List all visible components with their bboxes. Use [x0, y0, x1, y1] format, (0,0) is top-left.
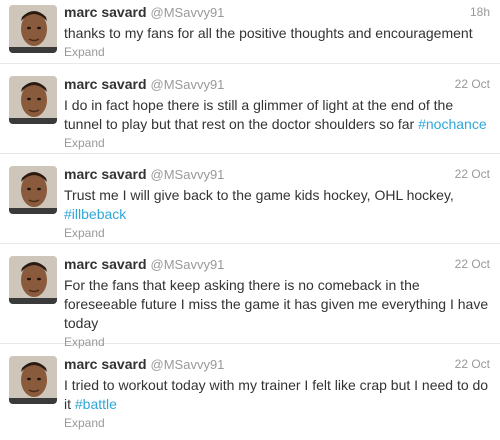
- hashtag-link[interactable]: #battle: [75, 396, 117, 412]
- timestamp[interactable]: 18h: [470, 5, 490, 19]
- timestamp[interactable]: 22 Oct: [455, 257, 490, 271]
- author-handle[interactable]: @MSavvy91: [151, 5, 225, 20]
- author-name[interactable]: marc savard: [64, 4, 147, 20]
- tweet-text-body: Trust me I will give back to the game ki…: [64, 187, 454, 203]
- avatar[interactable]: [9, 76, 57, 124]
- tweet-text: thanks to my fans for all the positive t…: [64, 24, 490, 43]
- tweet-item[interactable]: marc savard @MSavvy91 22 Oct I do in fact…: [0, 64, 500, 154]
- tweet-text-body: thanks to my fans for all the positive t…: [64, 25, 473, 41]
- tweet-timeline: marc savard @MSavvy91 18h thanks to my fa…: [0, 0, 500, 440]
- tweet-item[interactable]: marc savard @MSavvy91 22 Oct For the fans…: [0, 244, 500, 349]
- author-name[interactable]: marc savard: [64, 166, 147, 182]
- hashtag-link[interactable]: #nochance: [418, 116, 487, 132]
- expand-link[interactable]: Expand: [64, 416, 105, 430]
- avatar[interactable]: [9, 256, 57, 304]
- expand-link[interactable]: Expand: [64, 226, 105, 240]
- hashtag-link[interactable]: #illbeback: [64, 206, 126, 222]
- author-handle[interactable]: @MSavvy91: [151, 257, 225, 272]
- tweet-text: I tried to workout today with my trainer…: [64, 376, 490, 414]
- tweet-text-body: I do in fact hope there is still a glimm…: [64, 97, 454, 132]
- tweet-item[interactable]: marc savard @MSavvy91 22 Oct I tried to w…: [0, 344, 500, 440]
- author-name[interactable]: marc savard: [64, 256, 147, 272]
- author-name[interactable]: marc savard: [64, 76, 147, 92]
- tweet-text-body: For the fans that keep asking there is n…: [64, 277, 489, 331]
- author-handle[interactable]: @MSavvy91: [151, 357, 225, 372]
- tweet-item[interactable]: marc savard @MSavvy91 18h thanks to my fa…: [0, 0, 500, 64]
- tweet-text: I do in fact hope there is still a glimm…: [64, 96, 490, 134]
- timestamp[interactable]: 22 Oct: [455, 77, 490, 91]
- tweet-text: For the fans that keep asking there is n…: [64, 276, 490, 333]
- timestamp[interactable]: 22 Oct: [455, 357, 490, 371]
- timestamp[interactable]: 22 Oct: [455, 167, 490, 181]
- author-name[interactable]: marc savard: [64, 356, 147, 372]
- author-handle[interactable]: @MSavvy91: [151, 167, 225, 182]
- expand-link[interactable]: Expand: [64, 136, 105, 150]
- avatar[interactable]: [9, 166, 57, 214]
- tweet-text: Trust me I will give back to the game ki…: [64, 186, 490, 224]
- avatar[interactable]: [9, 356, 57, 404]
- author-handle[interactable]: @MSavvy91: [151, 77, 225, 92]
- avatar[interactable]: [9, 5, 57, 53]
- tweet-text-body: I tried to workout today with my trainer…: [64, 377, 489, 412]
- tweet-item[interactable]: marc savard @MSavvy91 22 Oct Trust me I w…: [0, 154, 500, 244]
- expand-link[interactable]: Expand: [64, 45, 105, 59]
